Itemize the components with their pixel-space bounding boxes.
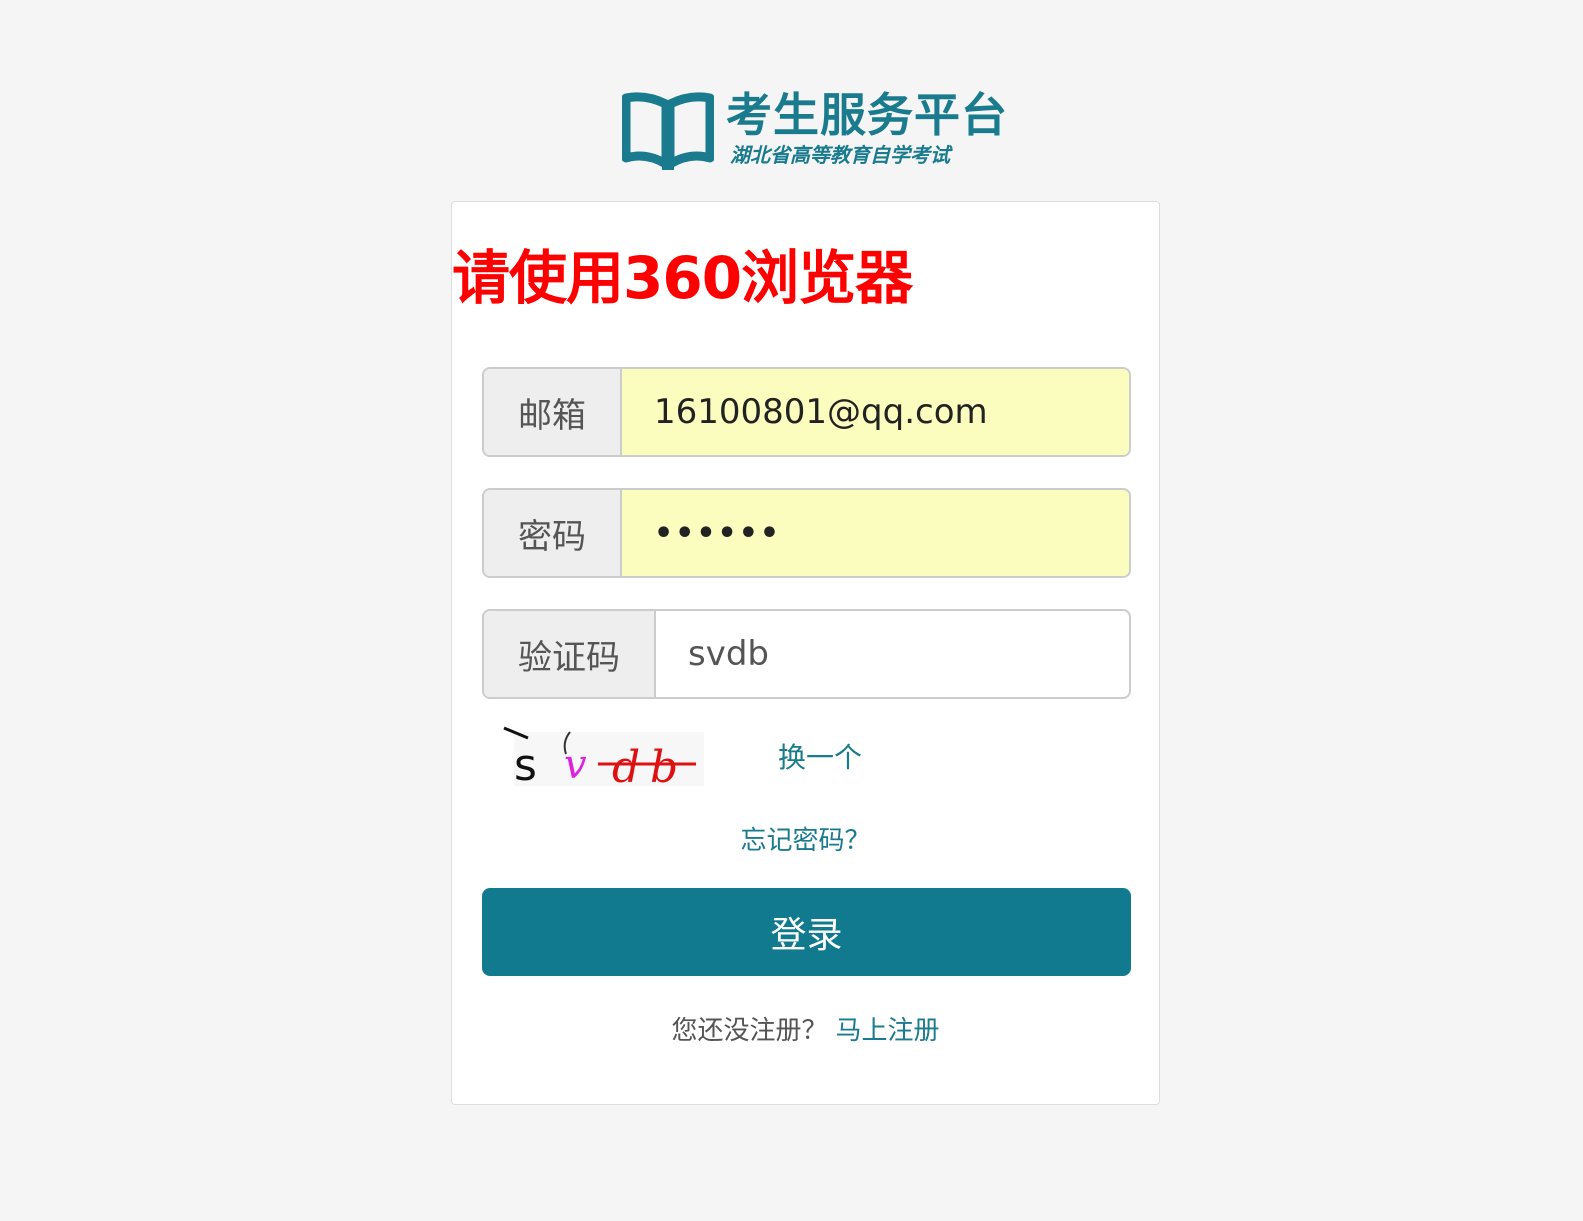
- register-row: 您还没注册？ 马上注册: [452, 1010, 1159, 1047]
- svg-text:v: v: [564, 742, 587, 788]
- captcha-image[interactable]: s v d b: [500, 724, 706, 788]
- login-button[interactable]: 登录: [482, 888, 1131, 976]
- register-prompt: 您还没注册？: [671, 1016, 828, 1046]
- password-field[interactable]: [622, 490, 1129, 576]
- svg-text:s: s: [514, 740, 537, 788]
- refresh-captcha-link[interactable]: 换一个: [778, 736, 862, 776]
- logo-title: 考生服务平台: [726, 88, 1008, 142]
- register-link[interactable]: 马上注册: [836, 1016, 940, 1046]
- password-label: 密码: [484, 490, 622, 576]
- forgot-password-link[interactable]: 忘记密码？: [452, 820, 1159, 857]
- logo-subtitle: 湖北省高等教育自学考试: [730, 143, 950, 167]
- email-field[interactable]: [622, 369, 1129, 455]
- captcha-label: 验证码: [484, 611, 656, 697]
- email-input-group: 邮箱: [482, 367, 1131, 457]
- open-book-icon: [622, 92, 714, 170]
- browser-notice: 请使用360浏览器: [452, 244, 913, 312]
- site-logo: 考生服务平台 湖北省高等教育自学考试: [622, 86, 1007, 176]
- captcha-input-group: 验证码: [482, 609, 1131, 699]
- login-card: 请使用360浏览器 邮箱 密码 验证码 s v d b 换一个 忘记密码？ 登录…: [451, 201, 1160, 1105]
- captcha-field[interactable]: [656, 611, 1129, 697]
- password-input-group: 密码: [482, 488, 1131, 578]
- email-label: 邮箱: [484, 369, 622, 455]
